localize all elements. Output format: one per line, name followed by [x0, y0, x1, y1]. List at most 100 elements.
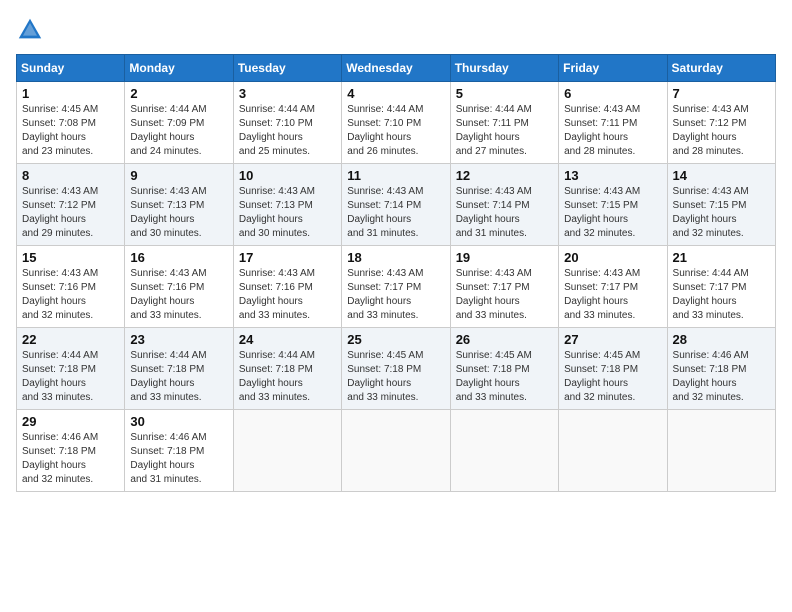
day-number: 29: [22, 414, 119, 429]
table-row: 16 Sunrise: 4:43 AM Sunset: 7:16 PM Dayl…: [125, 246, 233, 328]
day-info: Sunrise: 4:45 AM Sunset: 7:18 PM Dayligh…: [347, 349, 444, 405]
table-row: 4 Sunrise: 4:44 AM Sunset: 7:10 PM Dayli…: [342, 82, 450, 164]
day-number: 7: [673, 86, 770, 101]
day-number: 28: [673, 332, 770, 347]
day-info: Sunrise: 4:44 AM Sunset: 7:11 PM Dayligh…: [456, 103, 553, 159]
table-row: 17 Sunrise: 4:43 AM Sunset: 7:16 PM Dayl…: [233, 246, 341, 328]
day-number: 12: [456, 168, 553, 183]
day-number: 4: [347, 86, 444, 101]
calendar-row: 15 Sunrise: 4:43 AM Sunset: 7:16 PM Dayl…: [17, 246, 776, 328]
table-row: 23 Sunrise: 4:44 AM Sunset: 7:18 PM Dayl…: [125, 328, 233, 410]
col-saturday: Saturday: [667, 55, 775, 82]
day-info: Sunrise: 4:43 AM Sunset: 7:14 PM Dayligh…: [456, 185, 553, 241]
day-info: Sunrise: 4:43 AM Sunset: 7:15 PM Dayligh…: [673, 185, 770, 241]
day-info: Sunrise: 4:44 AM Sunset: 7:09 PM Dayligh…: [130, 103, 227, 159]
table-row: 24 Sunrise: 4:44 AM Sunset: 7:18 PM Dayl…: [233, 328, 341, 410]
day-info: Sunrise: 4:44 AM Sunset: 7:10 PM Dayligh…: [239, 103, 336, 159]
table-row: 14 Sunrise: 4:43 AM Sunset: 7:15 PM Dayl…: [667, 164, 775, 246]
table-row: 12 Sunrise: 4:43 AM Sunset: 7:14 PM Dayl…: [450, 164, 558, 246]
table-row: 1 Sunrise: 4:45 AM Sunset: 7:08 PM Dayli…: [17, 82, 125, 164]
day-number: 23: [130, 332, 227, 347]
day-info: Sunrise: 4:43 AM Sunset: 7:17 PM Dayligh…: [456, 267, 553, 323]
logo-icon: [16, 16, 44, 44]
day-number: 30: [130, 414, 227, 429]
day-info: Sunrise: 4:43 AM Sunset: 7:11 PM Dayligh…: [564, 103, 661, 159]
day-info: Sunrise: 4:45 AM Sunset: 7:08 PM Dayligh…: [22, 103, 119, 159]
table-row: 7 Sunrise: 4:43 AM Sunset: 7:12 PM Dayli…: [667, 82, 775, 164]
day-info: Sunrise: 4:43 AM Sunset: 7:16 PM Dayligh…: [130, 267, 227, 323]
table-row: 28 Sunrise: 4:46 AM Sunset: 7:18 PM Dayl…: [667, 328, 775, 410]
table-row: 30 Sunrise: 4:46 AM Sunset: 7:18 PM Dayl…: [125, 410, 233, 492]
day-number: 17: [239, 250, 336, 265]
table-row: 11 Sunrise: 4:43 AM Sunset: 7:14 PM Dayl…: [342, 164, 450, 246]
day-number: 16: [130, 250, 227, 265]
table-row: 8 Sunrise: 4:43 AM Sunset: 7:12 PM Dayli…: [17, 164, 125, 246]
day-number: 25: [347, 332, 444, 347]
table-row: 2 Sunrise: 4:44 AM Sunset: 7:09 PM Dayli…: [125, 82, 233, 164]
table-row: 10 Sunrise: 4:43 AM Sunset: 7:13 PM Dayl…: [233, 164, 341, 246]
table-row: 3 Sunrise: 4:44 AM Sunset: 7:10 PM Dayli…: [233, 82, 341, 164]
table-row: 22 Sunrise: 4:44 AM Sunset: 7:18 PM Dayl…: [17, 328, 125, 410]
day-number: 19: [456, 250, 553, 265]
logo: [16, 16, 48, 44]
calendar-row: 22 Sunrise: 4:44 AM Sunset: 7:18 PM Dayl…: [17, 328, 776, 410]
table-row: [342, 410, 450, 492]
table-row: [559, 410, 667, 492]
calendar-header-row: Sunday Monday Tuesday Wednesday Thursday…: [17, 55, 776, 82]
day-info: Sunrise: 4:44 AM Sunset: 7:17 PM Dayligh…: [673, 267, 770, 323]
table-row: 29 Sunrise: 4:46 AM Sunset: 7:18 PM Dayl…: [17, 410, 125, 492]
table-row: 13 Sunrise: 4:43 AM Sunset: 7:15 PM Dayl…: [559, 164, 667, 246]
day-info: Sunrise: 4:44 AM Sunset: 7:18 PM Dayligh…: [130, 349, 227, 405]
day-info: Sunrise: 4:43 AM Sunset: 7:12 PM Dayligh…: [673, 103, 770, 159]
col-friday: Friday: [559, 55, 667, 82]
table-row: 18 Sunrise: 4:43 AM Sunset: 7:17 PM Dayl…: [342, 246, 450, 328]
table-row: 27 Sunrise: 4:45 AM Sunset: 7:18 PM Dayl…: [559, 328, 667, 410]
day-number: 27: [564, 332, 661, 347]
day-number: 22: [22, 332, 119, 347]
day-number: 26: [456, 332, 553, 347]
col-wednesday: Wednesday: [342, 55, 450, 82]
col-thursday: Thursday: [450, 55, 558, 82]
day-number: 9: [130, 168, 227, 183]
table-row: 25 Sunrise: 4:45 AM Sunset: 7:18 PM Dayl…: [342, 328, 450, 410]
table-row: 20 Sunrise: 4:43 AM Sunset: 7:17 PM Dayl…: [559, 246, 667, 328]
table-row: 26 Sunrise: 4:45 AM Sunset: 7:18 PM Dayl…: [450, 328, 558, 410]
table-row: [233, 410, 341, 492]
day-info: Sunrise: 4:43 AM Sunset: 7:16 PM Dayligh…: [22, 267, 119, 323]
table-row: [450, 410, 558, 492]
day-info: Sunrise: 4:43 AM Sunset: 7:12 PM Dayligh…: [22, 185, 119, 241]
header: [16, 16, 776, 44]
day-info: Sunrise: 4:46 AM Sunset: 7:18 PM Dayligh…: [22, 431, 119, 487]
table-row: 9 Sunrise: 4:43 AM Sunset: 7:13 PM Dayli…: [125, 164, 233, 246]
day-info: Sunrise: 4:43 AM Sunset: 7:14 PM Dayligh…: [347, 185, 444, 241]
day-number: 18: [347, 250, 444, 265]
day-info: Sunrise: 4:43 AM Sunset: 7:15 PM Dayligh…: [564, 185, 661, 241]
day-info: Sunrise: 4:43 AM Sunset: 7:17 PM Dayligh…: [564, 267, 661, 323]
table-row: 15 Sunrise: 4:43 AM Sunset: 7:16 PM Dayl…: [17, 246, 125, 328]
day-number: 6: [564, 86, 661, 101]
day-info: Sunrise: 4:44 AM Sunset: 7:18 PM Dayligh…: [22, 349, 119, 405]
day-info: Sunrise: 4:44 AM Sunset: 7:18 PM Dayligh…: [239, 349, 336, 405]
table-row: [667, 410, 775, 492]
calendar-row: 1 Sunrise: 4:45 AM Sunset: 7:08 PM Dayli…: [17, 82, 776, 164]
calendar-row: 29 Sunrise: 4:46 AM Sunset: 7:18 PM Dayl…: [17, 410, 776, 492]
day-number: 10: [239, 168, 336, 183]
table-row: 5 Sunrise: 4:44 AM Sunset: 7:11 PM Dayli…: [450, 82, 558, 164]
day-info: Sunrise: 4:46 AM Sunset: 7:18 PM Dayligh…: [673, 349, 770, 405]
col-monday: Monday: [125, 55, 233, 82]
day-info: Sunrise: 4:43 AM Sunset: 7:16 PM Dayligh…: [239, 267, 336, 323]
day-number: 3: [239, 86, 336, 101]
day-number: 14: [673, 168, 770, 183]
col-tuesday: Tuesday: [233, 55, 341, 82]
day-info: Sunrise: 4:43 AM Sunset: 7:13 PM Dayligh…: [239, 185, 336, 241]
calendar-table: Sunday Monday Tuesday Wednesday Thursday…: [16, 54, 776, 492]
day-info: Sunrise: 4:46 AM Sunset: 7:18 PM Dayligh…: [130, 431, 227, 487]
col-sunday: Sunday: [17, 55, 125, 82]
day-info: Sunrise: 4:44 AM Sunset: 7:10 PM Dayligh…: [347, 103, 444, 159]
day-number: 1: [22, 86, 119, 101]
day-number: 13: [564, 168, 661, 183]
calendar-row: 8 Sunrise: 4:43 AM Sunset: 7:12 PM Dayli…: [17, 164, 776, 246]
day-number: 15: [22, 250, 119, 265]
day-number: 21: [673, 250, 770, 265]
day-number: 20: [564, 250, 661, 265]
